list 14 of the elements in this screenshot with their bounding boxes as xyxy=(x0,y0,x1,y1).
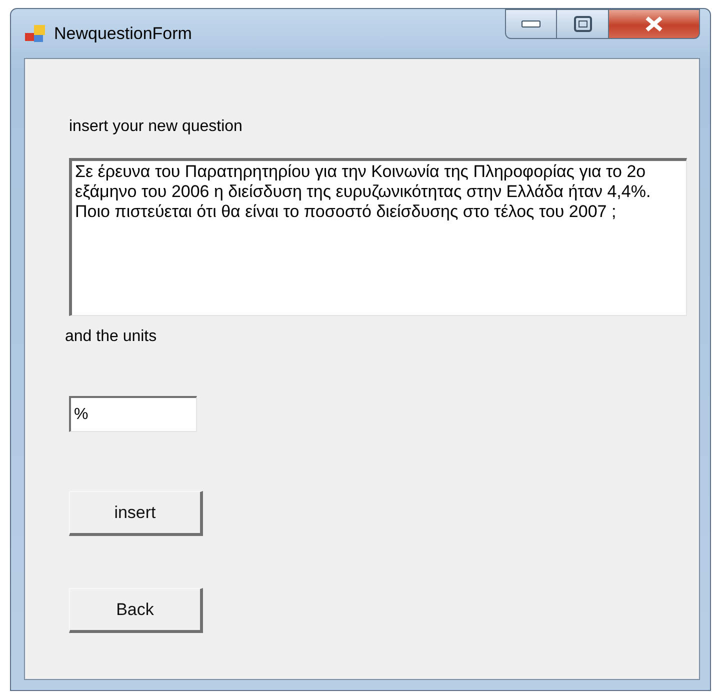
window-title: NewquestionForm xyxy=(54,24,192,44)
question-label: insert your new question xyxy=(69,118,242,136)
maximize-icon xyxy=(574,16,592,32)
maximize-button[interactable] xyxy=(557,9,609,39)
close-button[interactable] xyxy=(609,9,700,39)
insert-button[interactable]: insert xyxy=(69,491,203,536)
minimize-icon xyxy=(521,19,541,29)
units-label: and the units xyxy=(65,328,157,346)
question-field[interactable]: Σε έρευνα του Παρατηρητηρίου για την Κοινωνία της Πληροφορίας για το 2ο εξάμηνο του 2006 η διείσδυση της ευρυζωνικότητας στην Ελλάδα ήταν 4,4%. Ποιο πιστεύεται ότι θα είναι το ποσοστό διείσδυσης στο τέλος του 2007 ; xyxy=(69,158,687,316)
units-field[interactable]: % xyxy=(69,396,197,432)
close-icon xyxy=(644,16,664,32)
minimize-button[interactable] xyxy=(505,9,557,39)
back-button[interactable]: Back xyxy=(69,588,203,633)
app-icon xyxy=(24,24,46,44)
